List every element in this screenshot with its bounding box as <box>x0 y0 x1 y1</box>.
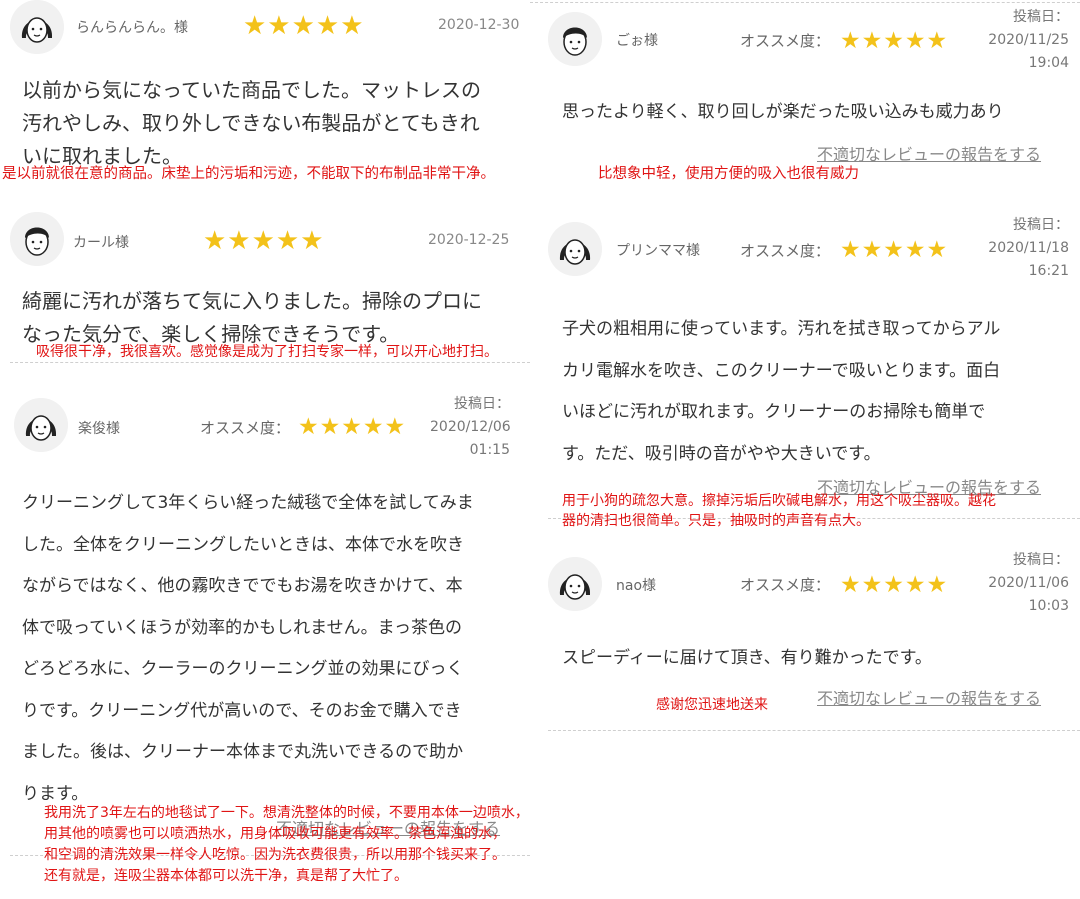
review-text: 以前から気になっていた商品でした。マットレスの 汚れやしみ、取り外しできない布製品… <box>22 78 481 168</box>
rating-stars: ★★★★★ <box>298 414 407 440</box>
rating-stars: ★★★★★ <box>840 237 949 263</box>
translation-note: 比想象中轻，使用方便的吸入也很有威力 <box>598 166 859 182</box>
rating-stars: ★★★★★ <box>243 11 365 41</box>
review-divider <box>548 730 1080 731</box>
reviewer-name[interactable]: らんらんらん。様 <box>76 17 188 37</box>
man-avatar-icon <box>548 12 602 66</box>
reviewer-name[interactable]: ごぉ様 <box>616 30 658 50</box>
woman-avatar-icon <box>14 398 68 452</box>
rating-stars: ★★★★★ <box>840 28 949 54</box>
review-text: クリーニングして3年くらい経った絨毯で全体を試してみま した。全体をクリーニングし… <box>22 493 474 804</box>
recommend-label: オススメ度： <box>740 32 831 50</box>
review-divider <box>10 362 530 363</box>
reviewer-name[interactable]: カール様 <box>73 232 129 252</box>
woman-avatar-icon <box>548 557 602 611</box>
woman-avatar-icon <box>10 0 64 54</box>
review-text: 思ったより軽く、取り回しが楽だった吸い込みも威力あり <box>562 102 1004 122</box>
review-date: 2020-12-25 <box>428 232 510 248</box>
translation-note: 吸得很干净，我很喜欢。感觉像是成为了打扫专家一样，可以开心地打扫。 <box>36 344 498 360</box>
rating-stars: ★★★★★ <box>840 572 949 598</box>
posted-datetime: 投稿日： 2020/11/25 19:04 <box>988 9 1069 71</box>
posted-datetime: 投稿日： 2020/12/06 01:15 <box>430 396 511 458</box>
posted-datetime: 投稿日： 2020/11/18 16:21 <box>988 217 1069 279</box>
woman-avatar-icon <box>548 222 602 276</box>
recommend-label: オススメ度： <box>740 576 831 594</box>
recommend-label: オススメ度： <box>200 419 291 437</box>
translation-note: 感谢您迅速地送来 <box>656 697 768 713</box>
rating-stars: ★★★★★ <box>203 226 325 256</box>
review-date: 2020-12-30 <box>438 17 520 33</box>
review-text: スピーディーに届けて頂き、有り難かったです。 <box>562 648 932 668</box>
posted-datetime: 投稿日： 2020/11/06 10:03 <box>988 552 1069 614</box>
report-review-link[interactable]: 不適切なレビューの報告をする <box>817 141 1041 165</box>
translation-note: 是以前就很在意的商品。床垫上的污垢和污迹，不能取下的布制品非常干净。 <box>2 166 495 182</box>
reviewer-name[interactable]: nao様 <box>616 575 656 595</box>
reviewer-name[interactable]: プリンママ様 <box>616 240 700 260</box>
report-review-link[interactable]: 不適切なレビューの報告をする <box>817 685 1041 709</box>
recommend-label: オススメ度： <box>740 242 831 260</box>
review-text: 子犬の粗相用に使っています。汚れを拭き取ってからアル カリ電解水を吹き、このクリー… <box>562 319 1001 464</box>
translation-note: 用于小狗的疏忽大意。擦掉污垢后吹碱电解水，用这个吸尘器吸。越花 器的清扫也很简单。… <box>562 493 996 529</box>
man-avatar-icon <box>10 212 64 266</box>
translation-note: 我用洗了3年左右的地毯试了一下。想清洗整体的时候，不要用本体一边喷水， 用其他的喷… <box>44 805 529 884</box>
review-divider <box>530 2 1080 3</box>
reviewer-name[interactable]: 楽俊様 <box>78 418 120 438</box>
